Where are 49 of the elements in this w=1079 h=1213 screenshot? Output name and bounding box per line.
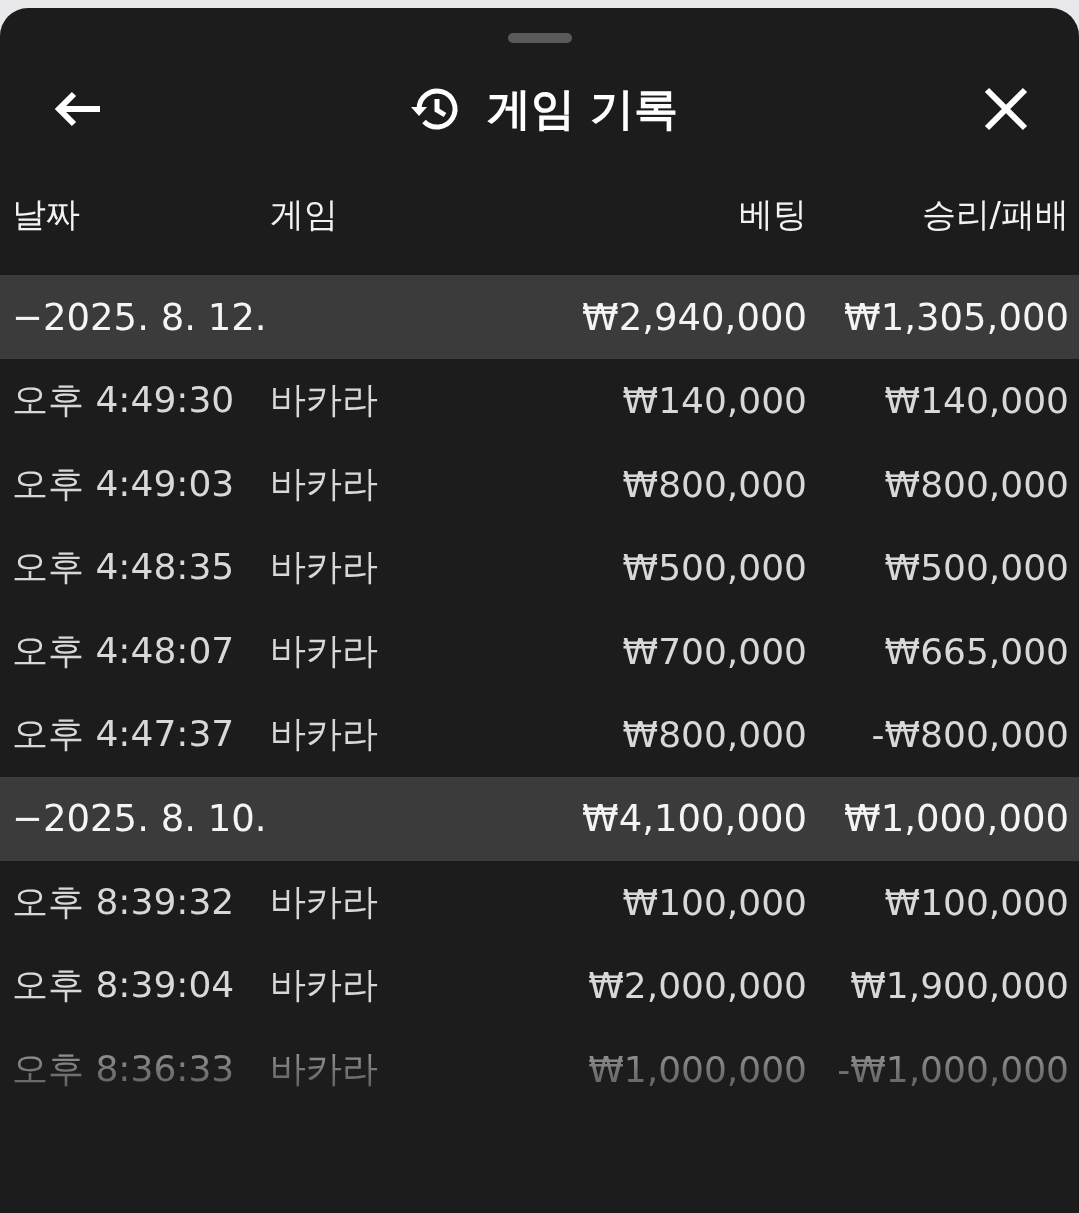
group-date: −2025. 8. 12. [12,295,268,339]
game-cell-text: 바카라 [270,628,379,673]
result-cell-text: ₩665,000 [883,630,1069,672]
group-bet-total: ₩2,940,000 [581,295,807,339]
group-date: −2025. 8. 10. [12,797,268,840]
time-cell-text: 오후 8:39:32 [12,879,236,924]
group-result-total: ₩1,000,000 [843,797,1069,840]
game-cell-text: 바카라 [270,1046,379,1091]
result-cell-text: ₩1,900,000 [849,965,1069,1007]
group-result-total: ₩1,305,000 [843,295,1069,339]
result-cell-text: ₩500,000 [883,547,1069,589]
result-cell-text: ₩800,000 [883,463,1069,505]
result-cell-text: -₩800,000 [870,714,1069,756]
history-icon [408,85,461,133]
result-cell-text: ₩100,000 [883,881,1069,923]
game-cell-text: 바카라 [270,712,379,757]
bet-cell-text: ₩800,000 [621,714,807,756]
result-cell-text: -₩1,000,000 [836,1048,1069,1090]
sheet-title: 게임 기록 [486,81,679,136]
time-cell-text: 오후 8:39:04 [12,963,236,1008]
game-cell-text: 바카라 [270,545,379,590]
result-cell-text: ₩140,000 [883,380,1069,422]
bet-cell-text: ₩500,000 [621,547,807,589]
close-button[interactable] [983,86,1029,132]
column-header: 베팅 [738,193,807,236]
column-header: 날짜 [12,193,81,236]
column-header: 승리/패배 [920,193,1069,236]
bet-cell-text: ₩800,000 [621,463,807,505]
drag-handle[interactable] [507,33,572,43]
column-header: 게임 [270,193,339,236]
time-cell-text: 오후 4:48:07 [12,628,236,673]
bet-cell-text: ₩2,000,000 [587,965,807,1007]
time-cell-text: 오후 4:49:30 [12,378,236,423]
time-cell-text: 오후 4:48:35 [12,545,236,590]
close-icon [983,86,1029,132]
bet-cell-text: ₩100,000 [621,881,807,923]
date-group-row[interactable]: −2025. 8. 10. ₩4,100,000 ₩1,000,000 [0,776,1079,861]
bet-cell-text: ₩700,000 [621,630,807,672]
time-cell-text: 오후 4:49:03 [12,461,236,506]
time-cell-text: 오후 4:47:37 [12,712,236,757]
game-cell-text: 바카라 [270,378,379,423]
bet-cell-text: ₩1,000,000 [587,1048,807,1090]
game-cell-text: 바카라 [270,461,379,506]
bet-cell-text: ₩140,000 [621,380,807,422]
group-bet-total: ₩4,100,000 [581,797,807,840]
game-cell-text: 바카라 [270,963,379,1008]
date-group-row[interactable]: −2025. 8. 12. ₩2,940,000 ₩1,305,000 [0,275,1079,359]
time-cell-text: 오후 8:36:33 [12,1046,236,1091]
game-cell-text: 바카라 [270,879,379,924]
